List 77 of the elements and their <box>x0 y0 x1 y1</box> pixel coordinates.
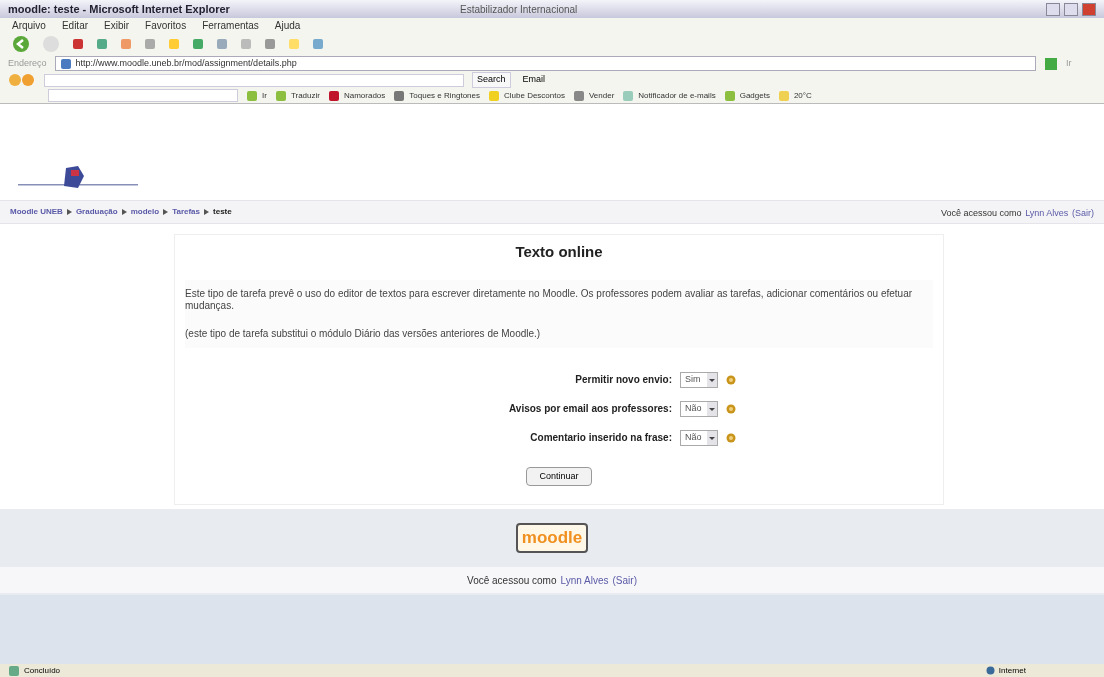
toolbar-link[interactable]: Gadgets <box>739 89 770 102</box>
maximize-button[interactable] <box>1064 2 1078 16</box>
menu-item[interactable]: Favoritos <box>145 18 187 33</box>
continue-button[interactable]: Continuar <box>526 466 592 486</box>
toolbar-icon <box>96 38 108 50</box>
toolbar-icon <box>312 38 324 50</box>
menu-item[interactable]: Ajuda <box>274 18 301 33</box>
toolbar-logo-icon <box>8 73 36 87</box>
separator-icon <box>204 209 209 215</box>
square-icon <box>488 89 500 102</box>
breadcrumb-link[interactable]: Tarefas <box>172 206 200 218</box>
help-icon[interactable] <box>726 403 736 414</box>
page-icon <box>59 57 72 70</box>
description-text: Este tipo de tarefa prevê o uso do editor de textos para escrever diretamente no Moodle. Os professores podem avaliar as tarefas, adicionar comentários ou efetuar mudanças. <box>185 287 913 312</box>
minimize-button[interactable] <box>1046 2 1060 16</box>
toolbar-icon <box>144 38 156 50</box>
separator-icon <box>66 209 72 215</box>
breadcrumb-link[interactable]: Moodle UNEB <box>10 206 63 218</box>
toolbar-icon <box>264 38 276 50</box>
help-icon[interactable] <box>726 432 736 443</box>
toolbar-icon <box>192 38 204 50</box>
login-text: Você acessou como <box>941 206 1022 219</box>
select-field[interactable]: Sim <box>680 371 718 388</box>
globe-icon <box>985 666 995 675</box>
address-label: Endereço <box>8 56 47 70</box>
search-field[interactable] <box>44 73 464 87</box>
page-icon <box>8 664 20 677</box>
toolbar-link[interactable]: 20°C <box>793 89 812 102</box>
square-icon <box>274 89 287 102</box>
toolbar-link[interactable]: Vender <box>588 89 615 102</box>
toolbar-icon <box>288 38 300 50</box>
login-text: Você acessou como <box>467 573 557 588</box>
menu-item[interactable]: Exibir <box>104 18 130 33</box>
menu-item[interactable]: Editar <box>61 18 89 33</box>
close-button[interactable] <box>1082 2 1096 16</box>
setting-label: Comentario inserido na frase: <box>529 431 672 445</box>
toolbar-link[interactable]: Notificador de e-mails <box>638 89 716 102</box>
toolbar-icon <box>72 38 84 50</box>
user-link[interactable]: Lynn Alves <box>1025 205 1069 219</box>
toolbar-icon <box>168 38 180 50</box>
toolbar-link[interactable]: Traduzir <box>290 89 320 102</box>
description-text: (este tipo de tarefa substitui o módulo Diário das versões anteriores de Moodle.) <box>185 327 542 340</box>
toolbar-icon <box>120 38 132 50</box>
select-field[interactable]: Não <box>680 429 718 446</box>
window-title: moodle: teste - Microsoft Internet Explorer <box>8 1 231 17</box>
logout-link[interactable]: (Sair) <box>612 572 637 588</box>
logout-link[interactable]: (Sair) <box>1072 205 1094 219</box>
select-field[interactable]: Não <box>680 400 718 417</box>
title-bar-text: Estabilizador Internacional <box>460 2 578 17</box>
back-icon[interactable] <box>12 35 30 53</box>
breadcrumb-current: teste <box>213 206 232 218</box>
address-field[interactable]: http://www.moodle.uneb.br/mod/assignment/details.php <box>54 56 1036 71</box>
toolbar-icon <box>216 38 228 50</box>
menu-item[interactable]: Ferramentas <box>202 18 259 33</box>
help-icon[interactable] <box>726 374 736 385</box>
toolbar-link[interactable]: Namorados <box>343 89 386 102</box>
user-link[interactable]: Lynn Alves <box>560 572 609 588</box>
breadcrumb-link[interactable]: Graduação <box>75 206 118 218</box>
toolbar-icon <box>240 38 252 50</box>
search-button[interactable]: Search <box>472 72 511 88</box>
square-icon <box>246 89 258 102</box>
square-icon <box>723 89 736 102</box>
menu-item[interactable]: Arquivo <box>12 18 46 33</box>
zone-text: Internet <box>998 664 1026 677</box>
breadcrumb-link[interactable]: modelo <box>130 206 160 218</box>
setting-label: Avisos por email aos professores: <box>507 402 672 416</box>
page-heading: Texto online <box>514 242 604 262</box>
email-button[interactable]: Email <box>518 73 550 87</box>
separator-icon <box>163 209 169 215</box>
go-icon[interactable] <box>1044 56 1058 71</box>
toolbar-link[interactable]: Clube Descontos <box>504 89 565 102</box>
links-search-field[interactable] <box>48 89 238 102</box>
status-text: Concluído <box>24 664 61 677</box>
toolbar-link[interactable]: Ir <box>262 89 267 102</box>
toolbar-link[interactable]: Toques e Ringtones <box>409 89 480 102</box>
setting-label: Permitir novo envio: <box>574 373 672 387</box>
separator-icon <box>121 209 127 215</box>
